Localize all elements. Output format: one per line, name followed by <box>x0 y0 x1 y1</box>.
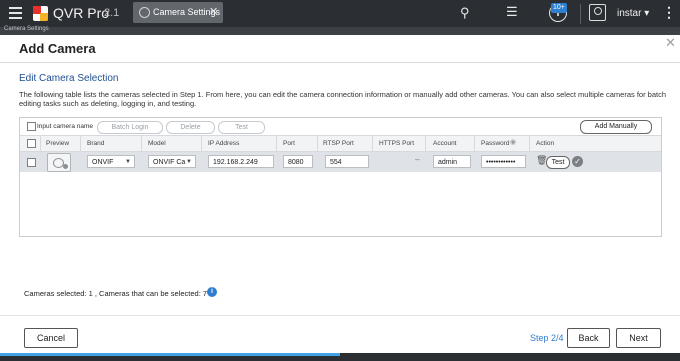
user-menu[interactable]: instar ▾ <box>617 8 649 19</box>
table-header: Preview Brand Model IP Address Port RTSP… <box>20 136 661 152</box>
divider <box>0 62 680 63</box>
event-log-icon[interactable]: ☰ <box>506 4 518 20</box>
app-name: QVR Pro <box>53 5 110 21</box>
account-input[interactable]: admin <box>433 155 471 168</box>
row-test-button[interactable]: Test <box>546 156 570 169</box>
close-icon[interactable]: ✕ <box>665 35 676 51</box>
search-icon[interactable]: ⚲ <box>460 5 470 21</box>
dialog-title: Add Camera <box>19 41 96 56</box>
col-preview: Preview <box>46 140 70 147</box>
select-all-checkbox[interactable] <box>27 122 36 131</box>
chevron-down-icon: ▼ <box>125 159 131 165</box>
col-https-port: HTTPS Port <box>379 140 415 147</box>
divider <box>580 4 581 24</box>
app-version: 2.1 <box>104 7 120 19</box>
col-action: Action <box>536 140 555 147</box>
can-select-label: , Cameras that can be selected: <box>94 289 201 298</box>
section-title: Edit Camera Selection <box>19 73 119 84</box>
cameras-selected-value: 1 <box>88 289 93 298</box>
model-value: ONVIF Ca <box>153 159 186 166</box>
user-name: instar <box>617 8 642 19</box>
col-port: Port <box>283 140 295 147</box>
cancel-button[interactable]: Cancel <box>24 328 78 348</box>
header-checkbox[interactable] <box>27 139 36 148</box>
brand-select[interactable]: ONVIF ▼ <box>87 155 135 168</box>
show-password-icon[interactable]: ◉ <box>510 138 516 146</box>
more-icon[interactable]: ⋮ <box>662 4 676 21</box>
notification-badge: 10+ <box>551 3 567 13</box>
sub-bar-title: Camera Settings <box>4 26 49 32</box>
model-select[interactable]: ONVIF Ca ▼ <box>148 155 196 168</box>
menu-icon[interactable] <box>9 7 22 19</box>
step-indicator: Step 2/4 <box>530 333 564 343</box>
batch-login-button[interactable]: Batch Login <box>97 121 163 134</box>
camera-counts: Cameras selected: 1 , Cameras that can b… <box>24 289 207 298</box>
port-input[interactable]: 8080 <box>283 155 313 168</box>
col-brand: Brand <box>87 140 105 147</box>
wizard-progress <box>0 353 680 361</box>
col-password: Password <box>481 140 510 147</box>
tab-camera-settings[interactable]: Camera Settings ✕ <box>133 2 223 23</box>
test-button[interactable]: Test <box>218 121 265 134</box>
camera-preview-icon <box>47 153 71 172</box>
description: The following table lists the cameras se… <box>19 90 667 108</box>
col-ip-address: IP Address <box>208 140 240 147</box>
check-icon: ✓ <box>572 156 583 167</box>
delete-button[interactable]: Delete <box>166 121 215 134</box>
next-button[interactable]: Next <box>616 328 661 348</box>
https-port-value: -- <box>415 157 420 164</box>
back-button[interactable]: Back <box>567 328 610 348</box>
top-bar: QVR Pro 2.1 Camera Settings ✕ ⚲ ☰ i 10+ … <box>0 0 680 27</box>
rtsp-port-input[interactable]: 554 <box>325 155 369 168</box>
col-account: Account <box>433 140 457 147</box>
col-model: Model <box>148 140 166 147</box>
row-checkbox[interactable] <box>27 158 36 167</box>
camera-settings-icon <box>139 7 150 18</box>
add-camera-dialog: Add Camera ✕ Edit Camera Selection The f… <box>0 35 680 353</box>
col-rtsp-port: RTSP Port <box>323 140 354 147</box>
table-row[interactable]: ONVIF ▼ ONVIF Ca ▼ 192.168.2.249 8080 554 … <box>20 152 661 172</box>
table-toolbar: Input camera name Batch Login Delete Tes… <box>20 118 661 136</box>
user-avatar-icon[interactable] <box>589 4 606 21</box>
divider <box>0 315 680 316</box>
progress-fill <box>0 353 340 356</box>
cameras-selected-label: Cameras selected: <box>24 289 87 298</box>
password-input[interactable]: •••••••••••• <box>481 155 526 168</box>
ip-address-input[interactable]: 192.168.2.249 <box>208 155 274 168</box>
info-icon[interactable]: i <box>207 287 217 297</box>
sub-bar: Camera Settings <box>0 26 680 35</box>
qvr-logo-icon <box>33 6 48 21</box>
brand-value: ONVIF <box>92 159 114 166</box>
add-manually-button[interactable]: Add Manually <box>580 120 652 134</box>
tab-close-icon[interactable]: ✕ <box>209 5 218 18</box>
input-camera-name-label: Input camera name <box>37 123 94 130</box>
chevron-down-icon: ▼ <box>186 159 192 165</box>
camera-table: Input camera name Batch Login Delete Tes… <box>19 117 662 237</box>
